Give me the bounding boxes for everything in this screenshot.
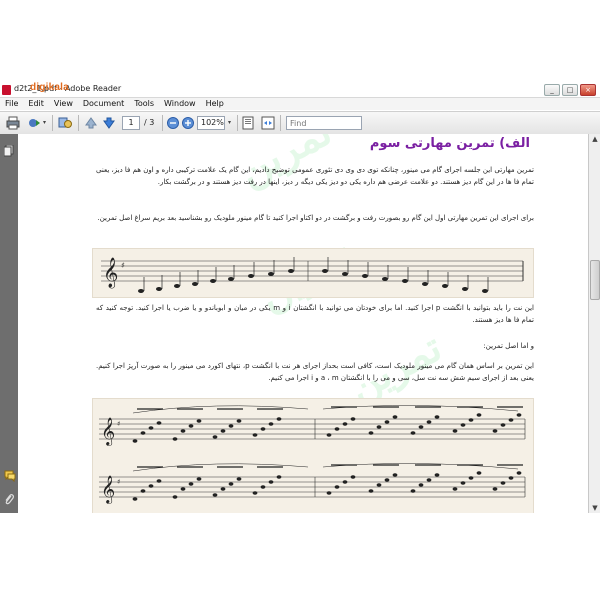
toolbar-divider [162,115,163,131]
menu-window[interactable]: Window [159,98,201,110]
navigation-pane [0,134,18,513]
comments-icon[interactable] [4,467,16,483]
previous-page-icon[interactable] [84,116,98,130]
fit-width-icon[interactable] [261,116,275,130]
music-staff-arpeggio: 𝄞 𝄞 ♯ ♯ [92,398,534,513]
toolbar: ▾ 1 / 3 102% ▾ [0,111,600,135]
toolbar-divider [280,115,281,131]
toolbar-divider [52,115,53,131]
page-count: / 3 [144,118,155,127]
menu-tools[interactable]: Tools [129,98,159,110]
svg-text:𝄞: 𝄞 [103,257,118,289]
menu-view[interactable]: View [49,98,78,110]
minimize-button[interactable]: _ [544,84,560,96]
paragraph: این تمرین بر اساس همان گام می مینور ملود… [96,362,534,382]
pages-icon[interactable] [3,142,14,157]
music-staff-scale: 𝄞 ♯ [92,248,534,298]
window-controls: _ □ × [544,84,596,96]
paragraph: و اما اصل تمرین: [483,342,534,350]
paragraph: برای اجرای این تمرین مهارتی اول این گام … [97,214,534,222]
page-number-input[interactable]: 1 [122,116,140,130]
paragraph: تمرین مهارتی این جلسه اجرای گام می مینور… [96,166,534,186]
toolbar-divider [237,115,238,131]
svg-text:𝄞: 𝄞 [101,417,115,446]
section-heading: الف) تمرین مهارتی سوم [369,136,530,151]
svg-text:♯: ♯ [117,478,120,486]
paragraph: این نت را باید بتوانید با انگشت p اجرا ک… [96,304,534,324]
svg-text:♯: ♯ [121,261,125,270]
menu-file[interactable]: File [0,98,23,110]
svg-text:𝄞: 𝄞 [101,475,115,504]
menu-help[interactable]: Help [201,98,229,110]
fit-page-icon[interactable] [241,116,255,130]
find-input[interactable] [286,116,362,130]
maximize-button[interactable]: □ [562,84,578,96]
zoom-in-icon[interactable] [181,116,195,130]
adobe-reader-icon [2,85,11,95]
attachment-icon[interactable] [4,490,14,505]
chevron-down-icon[interactable]: ▾ [228,116,234,130]
scroll-down-icon[interactable]: ▼ [590,503,600,513]
digikala-watermark-logo: digikala [30,82,69,93]
title-bar: d2t2_1.pdf - Adobe Reader digikala _ □ × [0,82,600,98]
menu-edit[interactable]: Edit [23,98,49,110]
print-icon[interactable] [6,116,20,130]
document-view[interactable]: تمرین تمرین تمرین الف) تمرین مهارتی سوم … [18,134,588,513]
next-page-icon[interactable] [102,116,116,130]
share-icon[interactable] [27,116,41,130]
vertical-scrollbar[interactable]: ▲ ▼ [588,134,600,513]
chevron-down-icon[interactable]: ▾ [43,116,49,130]
pdf-page: تمرین تمرین تمرین الف) تمرین مهارتی سوم … [86,134,538,513]
menu-document[interactable]: Document [78,98,129,110]
reader-window: d2t2_1.pdf - Adobe Reader digikala _ □ ×… [0,82,600,513]
scroll-thumb[interactable] [590,260,600,300]
scroll-up-icon[interactable]: ▲ [590,134,600,144]
collaborate-icon[interactable] [58,116,72,130]
zoom-level-field[interactable]: 102% [197,116,225,130]
zoom-out-icon[interactable] [166,116,180,130]
close-button[interactable]: × [580,84,596,96]
menu-bar: File Edit View Document Tools Window Hel… [0,98,600,110]
svg-text:♯: ♯ [117,420,120,428]
toolbar-divider [78,115,79,131]
